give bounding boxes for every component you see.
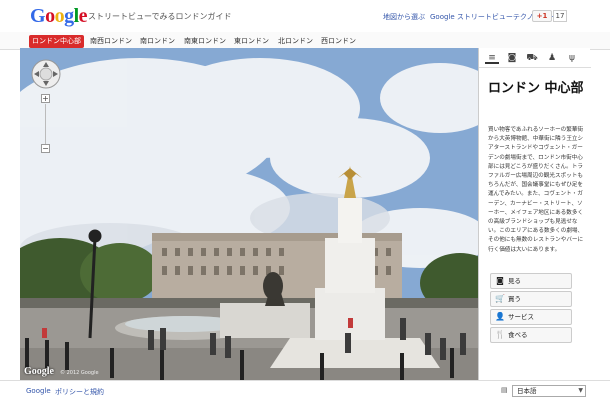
pan-control[interactable] xyxy=(30,58,62,90)
footer-policy-link[interactable]: ポリシーと規約 xyxy=(55,387,104,397)
logo-letter: G xyxy=(30,5,46,27)
panorama-image xyxy=(20,48,478,380)
info-panel: ≡ ◙ ⛟ ♟ ψ ロンドン 中心部 買い物客であふれるソーホーの繁華街から大英… xyxy=(478,48,591,380)
panel-description: 買い物客であふれるソーホーの繁華街から大英博物館、中華街に隣う王立シアターストラ… xyxy=(488,127,584,253)
google-watermark: Google xyxy=(24,366,54,377)
fork-knife-icon[interactable]: ψ xyxy=(565,52,579,64)
camera-icon[interactable]: ◙ xyxy=(505,52,519,64)
panel-tabs: ≡ ◙ ⛟ ♟ ψ xyxy=(479,48,591,68)
zoom-slider-track[interactable] xyxy=(45,104,46,144)
plus-one-button[interactable]: +1 xyxy=(532,10,552,22)
person-icon[interactable]: ♟ xyxy=(545,52,559,64)
zoom-out-button[interactable]: − xyxy=(41,144,50,153)
button-label: 買う xyxy=(508,295,521,303)
logo-letter: g xyxy=(64,5,74,27)
shop-button[interactable]: 🛒 買う xyxy=(490,291,572,307)
panel-title: ロンドン 中心部 xyxy=(488,81,584,96)
list-icon[interactable]: ≡ xyxy=(485,52,499,64)
nav-item[interactable]: 北ロンドン xyxy=(275,35,316,48)
chevron-down-icon: ▼ xyxy=(578,387,583,394)
nav-item[interactable]: 南西ロンドン xyxy=(87,35,135,48)
footer-google-link[interactable]: Google xyxy=(26,387,51,395)
cart-icon: 🛒 xyxy=(495,294,505,303)
plus-one-count: 17 xyxy=(553,10,567,22)
google-logo[interactable]: Google xyxy=(30,5,88,27)
site-title: ストリートビューでみるロンドンガイド xyxy=(88,12,232,21)
nav-item[interactable]: 西ロンドン xyxy=(318,35,359,48)
nav-item[interactable]: ロンドン中心部 xyxy=(29,35,84,48)
header: Google ストリートビューでみるロンドンガイド 地図から選ぶ Google … xyxy=(0,0,610,32)
see-button[interactable]: ◙ 見る xyxy=(490,273,572,289)
map-copyright: © 2012 Google xyxy=(60,370,99,376)
street-view-panorama[interactable]: + − Google © 2012 Google xyxy=(20,48,478,380)
nav-item[interactable]: 南ロンドン xyxy=(137,35,178,48)
logo-letter: o xyxy=(45,5,55,27)
person-icon: 👤 xyxy=(495,312,505,321)
language-icon: ▤ xyxy=(501,386,508,394)
logo-letter: o xyxy=(54,5,65,27)
cart-icon[interactable]: ⛟ xyxy=(525,52,539,64)
logo-letter: e xyxy=(78,5,88,27)
button-label: 見る xyxy=(508,277,521,285)
footer: Google ポリシーと規約 ▤ 日本語 ▼ xyxy=(0,380,610,400)
app-window: Google ストリートビューでみるロンドンガイド 地図から選ぶ Google … xyxy=(0,0,610,400)
service-button[interactable]: 👤 サービス xyxy=(490,309,572,325)
language-value: 日本語 xyxy=(517,387,537,395)
map-select-link[interactable]: 地図から選ぶ xyxy=(383,12,425,22)
zoom-in-button[interactable]: + xyxy=(41,94,50,103)
language-select[interactable]: 日本語 ▼ xyxy=(512,385,586,397)
eat-button[interactable]: 🍴 食べる xyxy=(490,327,572,343)
button-label: 食べる xyxy=(508,331,528,339)
nav-item[interactable]: 東ロンドン xyxy=(231,35,272,48)
fork-knife-icon: 🍴 xyxy=(495,330,505,339)
camera-icon: ◙ xyxy=(496,276,504,285)
button-label: サービス xyxy=(508,313,534,321)
nav-item[interactable]: 南東ロンドン xyxy=(181,35,229,48)
